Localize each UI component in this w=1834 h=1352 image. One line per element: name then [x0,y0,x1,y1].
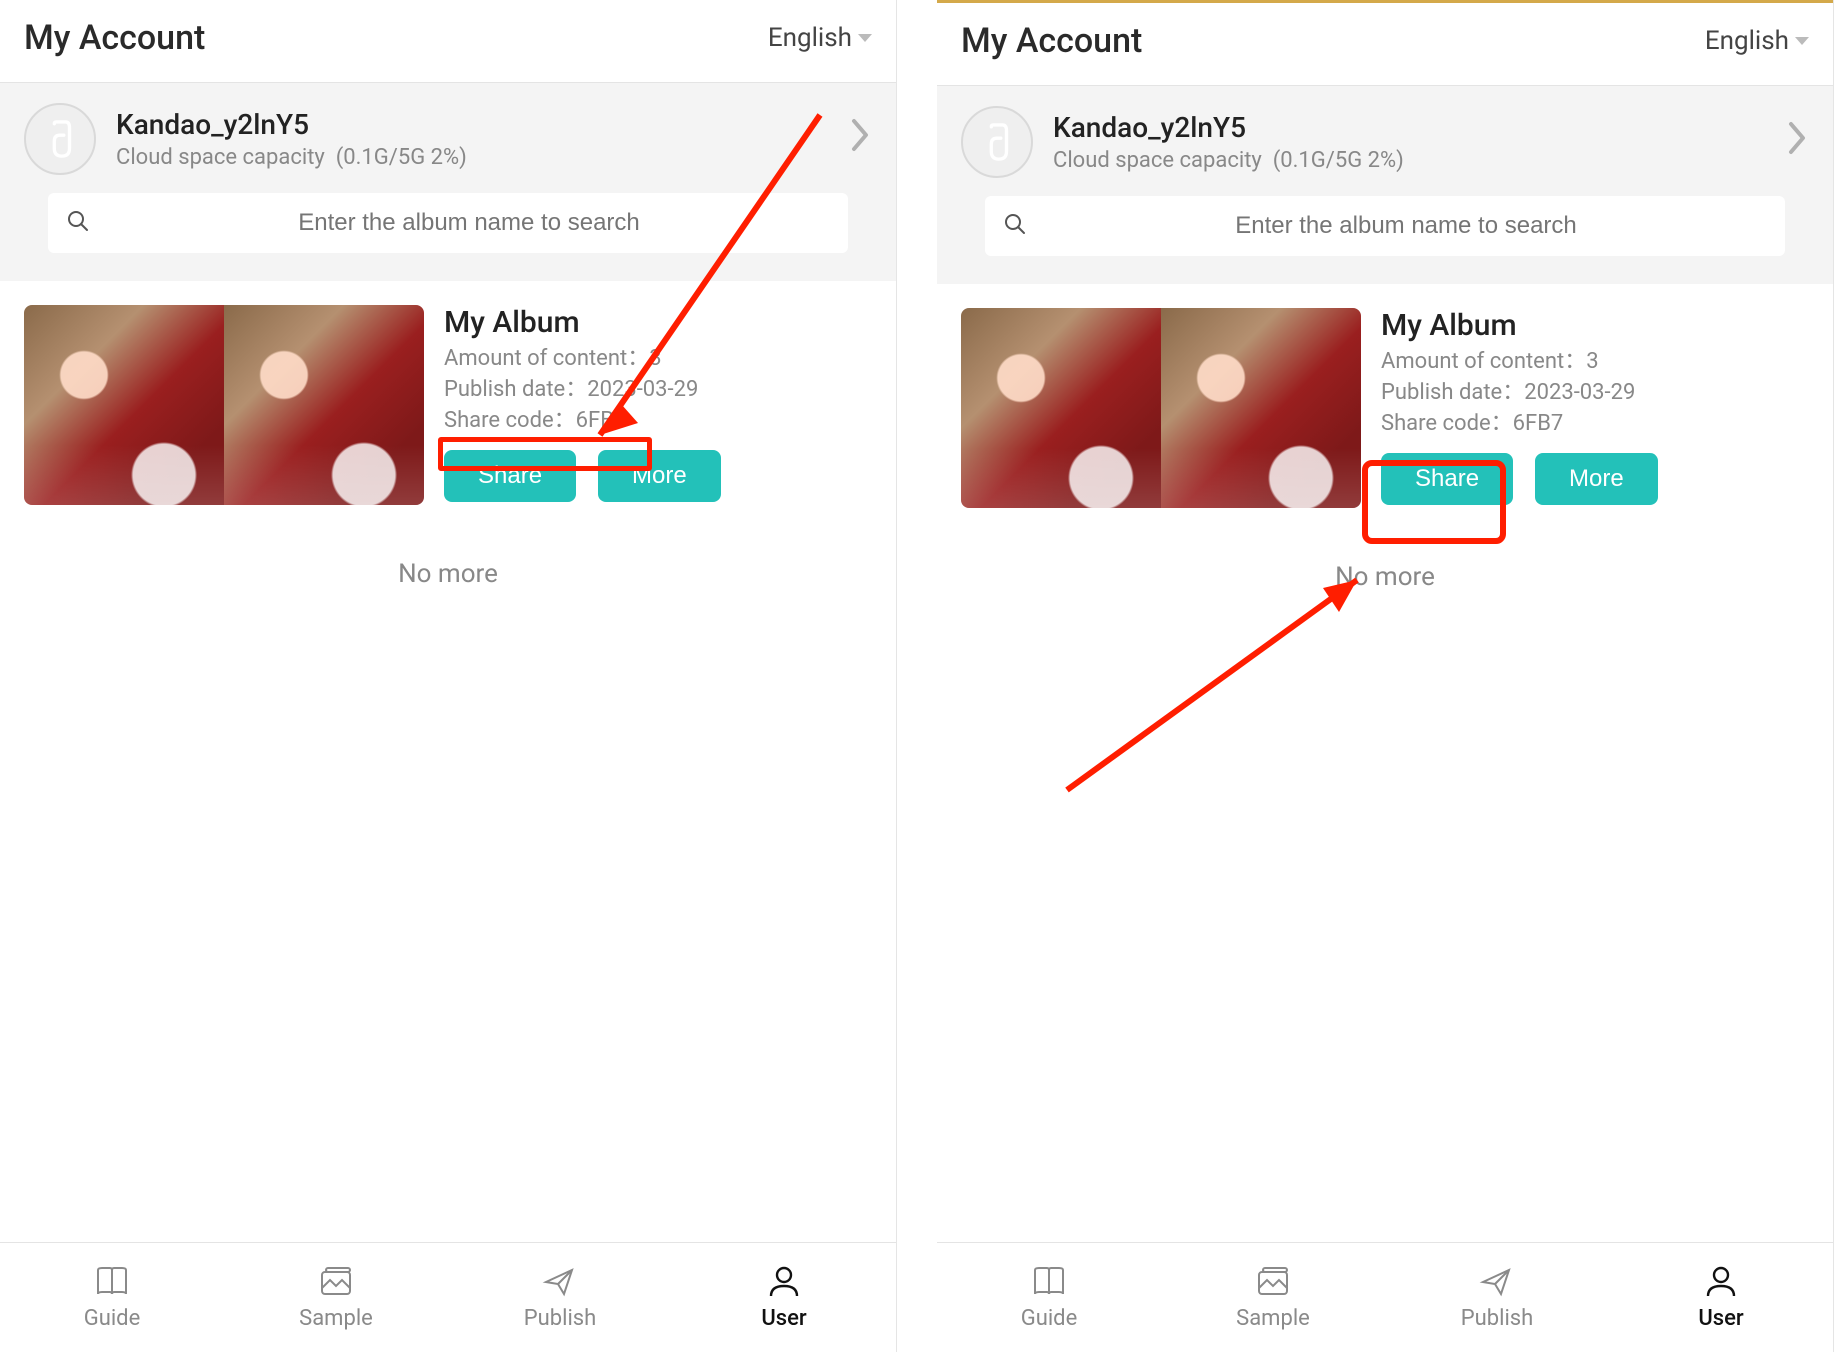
chevron-right-icon [850,117,872,162]
send-icon [1479,1264,1515,1300]
language-selector[interactable]: English [1705,26,1809,56]
tab-sample[interactable]: Sample [1161,1243,1385,1352]
search-bar[interactable] [48,193,848,253]
caret-down-icon [858,34,872,42]
album-thumbnail[interactable] [24,305,424,505]
username: Kandao_y2lnY5 [1053,111,1767,144]
album-publish: Publish date：2023-03-29 [444,375,872,406]
account-row[interactable]: Kandao_y2lnY5 Cloud space capacity (0.1G… [24,103,872,175]
tab-guide[interactable]: Guide [937,1243,1161,1352]
tab-sample[interactable]: Sample [224,1243,448,1352]
album-title: My Album [1381,308,1809,343]
tab-publish[interactable]: Publish [1385,1243,1609,1352]
more-button[interactable]: More [598,450,721,502]
search-input[interactable] [108,209,830,237]
user-icon [766,1264,802,1300]
account-section: Kandao_y2lnY5 Cloud space capacity (0.1G… [0,83,896,281]
more-button[interactable]: More [1535,453,1658,505]
no-more-label: No more [937,562,1833,592]
phone-left: My Account English Kandao_y2lnY5 Cloud s… [0,0,897,1352]
share-button[interactable]: Share [1381,453,1513,505]
book-icon [1031,1264,1067,1300]
account-section: Kandao_y2lnY5 Cloud space capacity (0.1G… [937,86,1833,284]
album-title: My Album [444,305,872,340]
album-publish: Publish date：2023-03-29 [1381,378,1809,409]
no-more-label: No more [0,559,896,589]
tabbar: Guide Sample Publish User [937,1242,1833,1352]
logo-icon [978,123,1016,161]
search-bar[interactable] [985,196,1785,256]
image-icon [318,1264,354,1300]
cloud-capacity: Cloud space capacity (0.1G/5G 2%) [116,145,830,170]
phone-right: My Account English Kandao_y2lnY5 Cloud s… [937,0,1834,1352]
album-card: My Album Amount of content：3 Publish dat… [0,281,896,529]
search-icon [1003,212,1027,240]
language-label: English [1705,26,1789,56]
tab-publish[interactable]: Publish [448,1243,672,1352]
book-icon [94,1264,130,1300]
tabbar: Guide Sample Publish User [0,1242,896,1352]
account-row[interactable]: Kandao_y2lnY5 Cloud space capacity (0.1G… [961,106,1809,178]
chevron-right-icon [1787,120,1809,165]
account-info: Kandao_y2lnY5 Cloud space capacity (0.1G… [1053,111,1767,173]
album-amount: Amount of content：3 [444,344,872,375]
search-icon [66,209,90,237]
caret-down-icon [1795,37,1809,45]
album-thumbnail[interactable] [961,308,1361,508]
tab-guide[interactable]: Guide [0,1243,224,1352]
album-sharecode: Share code：6FB7 [444,406,872,437]
album-card: My Album Amount of content：3 Publish dat… [937,284,1833,532]
search-input[interactable] [1045,212,1767,240]
page-title: My Account [24,18,205,58]
tab-user[interactable]: User [1609,1243,1833,1352]
album-amount: Amount of content：3 [1381,347,1809,378]
logo-icon [41,120,79,158]
account-info: Kandao_y2lnY5 Cloud space capacity (0.1G… [116,108,830,170]
image-icon [1255,1264,1291,1300]
share-button[interactable]: Share [444,450,576,502]
header: My Account English [0,0,896,83]
send-icon [542,1264,578,1300]
username: Kandao_y2lnY5 [116,108,830,141]
avatar [961,106,1033,178]
avatar [24,103,96,175]
header: My Account English [937,3,1833,86]
cloud-capacity: Cloud space capacity (0.1G/5G 2%) [1053,148,1767,173]
user-icon [1703,1264,1739,1300]
page-title: My Account [961,21,1142,61]
language-label: English [768,23,852,53]
album-meta: My Album Amount of content：3 Publish dat… [444,305,872,502]
tab-user[interactable]: User [672,1243,896,1352]
language-selector[interactable]: English [768,23,872,53]
album-meta: My Album Amount of content：3 Publish dat… [1381,308,1809,505]
album-sharecode: Share code：6FB7 [1381,409,1809,440]
